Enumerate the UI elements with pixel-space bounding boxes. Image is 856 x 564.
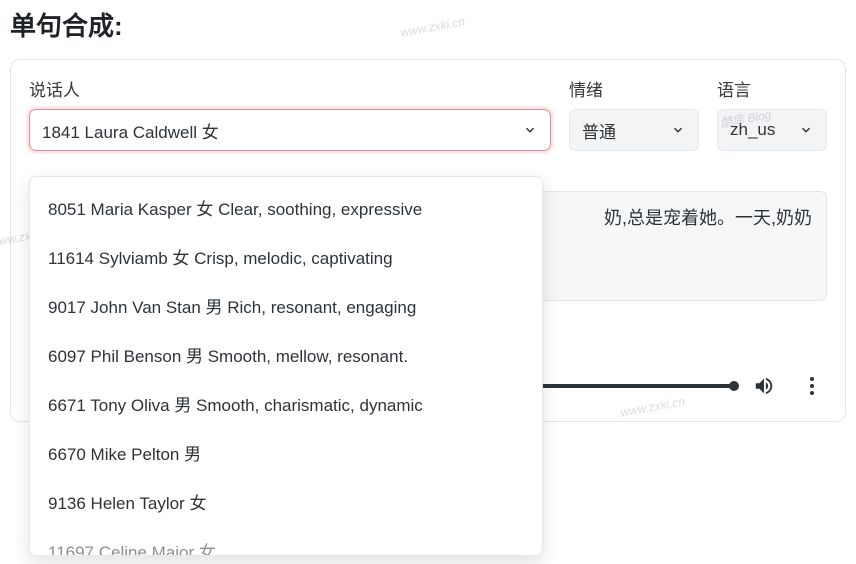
speaker-option[interactable]: 9136 Helen Taylor 女 (30, 477, 542, 526)
speaker-option[interactable]: 6097 Phil Benson 男 Smooth, mellow, reson… (30, 330, 542, 379)
speaker-option[interactable]: 6671 Tony Oliva 男 Smooth, charismatic, d… (30, 379, 542, 428)
volume-icon[interactable] (753, 375, 775, 397)
chevron-down-icon (670, 122, 686, 138)
controls-row: 说话人 1841 Laura Caldwell 女 情绪 普通 语言 zh_us (29, 76, 827, 151)
page-title: 单句合成: (0, 0, 856, 59)
speaker-dropdown: 8051 Maria Kasper 女 Clear, soothing, exp… (29, 176, 543, 556)
speaker-option[interactable]: 8051 Maria Kasper 女 Clear, soothing, exp… (30, 183, 542, 232)
speaker-label: 说话人 (29, 76, 551, 101)
text-input-value: 奶,总是宠着她。一天,奶奶 (604, 208, 812, 228)
speaker-field: 说话人 1841 Laura Caldwell 女 (29, 76, 551, 151)
speaker-option[interactable]: 9017 John Van Stan 男 Rich, resonant, eng… (30, 281, 542, 330)
audio-actions (753, 375, 823, 397)
chevron-down-icon (522, 122, 538, 138)
emotion-select[interactable]: 普通 (569, 109, 699, 151)
language-label: 语言 (717, 76, 827, 101)
language-select[interactable]: zh_us (717, 109, 827, 151)
speaker-option[interactable]: 11697 Celine Major 女 (30, 526, 542, 556)
speaker-select[interactable]: 1841 Laura Caldwell 女 (29, 109, 551, 151)
emotion-field: 情绪 普通 (569, 76, 699, 151)
kebab-menu-icon[interactable] (801, 375, 823, 397)
chevron-down-icon (798, 122, 814, 138)
emotion-selected-value: 普通 (582, 118, 616, 143)
synthesis-panel: 说话人 1841 Laura Caldwell 女 情绪 普通 语言 zh_us (10, 59, 846, 422)
language-field: 语言 zh_us (717, 76, 827, 151)
emotion-label: 情绪 (569, 76, 699, 101)
language-selected-value: zh_us (730, 120, 775, 140)
speaker-option[interactable]: 6670 Mike Pelton 男 (30, 428, 542, 477)
speaker-selected-value: 1841 Laura Caldwell 女 (42, 118, 219, 143)
speaker-option[interactable]: 11614 Sylviamb 女 Crisp, melodic, captiva… (30, 232, 542, 281)
